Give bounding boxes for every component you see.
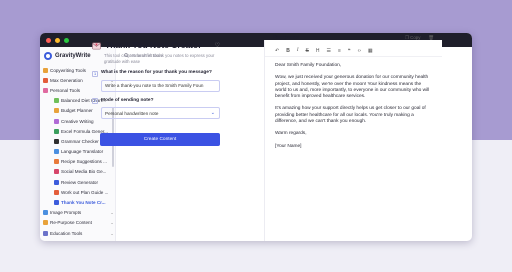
sidebar-item[interactable]: Review Generator xyxy=(40,177,114,187)
excel-icon xyxy=(54,128,59,134)
budget-icon xyxy=(54,108,59,114)
undo-icon[interactable]: ↶ xyxy=(275,48,279,54)
repurpose-icon xyxy=(43,220,48,226)
copy-icon xyxy=(43,67,48,73)
sidebar-item-label: Social Media Bio Ge... xyxy=(61,169,107,175)
grammar-icon xyxy=(54,138,59,144)
bolt-icon xyxy=(43,77,48,83)
workout-icon xyxy=(54,189,59,195)
social-icon xyxy=(54,169,59,175)
mode-select-value: Personal handwritten note xyxy=(105,110,159,116)
logo-icon xyxy=(44,52,52,60)
sidebar-item-label: Language Translator xyxy=(61,149,104,155)
sidebar-item-label: Image Prompts xyxy=(50,210,82,216)
chevron-down-icon: ⌄ xyxy=(210,110,215,116)
sidebar-item[interactable]: Thank You Note Cr... xyxy=(40,197,114,207)
question-label: Mode of sending note? xyxy=(101,97,154,103)
editor-toolbar: ↶ B I S H ☰ ≡ ❝ ‹› ▦ xyxy=(265,45,442,57)
chevron-down-icon[interactable]: ⌄ xyxy=(110,231,114,236)
playground-panel: Playground ❐ Copy 🗑 ↶ B I S H ☰ ≡ ❝ ‹› ▦… xyxy=(264,35,442,241)
sidebar-item-label: Recipe Suggestions ... xyxy=(61,159,107,165)
translate-icon xyxy=(54,149,59,155)
sidebar-item[interactable]: Re-Purpose Content ⌄ xyxy=(40,218,114,228)
playground-title: Playground xyxy=(273,34,300,41)
playground-paragraph: Wow, we just received your generous dona… xyxy=(275,75,430,100)
sidebar-item[interactable]: Work out Plan Guide ... xyxy=(40,187,114,197)
question-1: 1 What is the reason for your thank you … xyxy=(92,70,220,77)
tool-description: This tool creates heartfelt thank you no… xyxy=(104,53,215,64)
copy-label: Copy xyxy=(410,34,421,40)
heading-icon[interactable]: H xyxy=(316,48,320,54)
envelope-heart-icon xyxy=(92,42,101,49)
mode-select[interactable]: Personal handwritten note ⌄ xyxy=(101,107,220,119)
question-number: 2 xyxy=(92,98,98,104)
question-2: 2 Mode of sending note? xyxy=(92,97,220,104)
favorite-heart-icon[interactable]: ♡ xyxy=(215,42,220,49)
minimize-dot-icon[interactable] xyxy=(55,37,60,43)
delete-icon[interactable]: 🗑 xyxy=(428,35,434,41)
review-icon xyxy=(54,179,59,185)
sidebar-item[interactable]: Language Translator xyxy=(40,147,114,157)
pen-icon xyxy=(54,118,59,124)
sidebar-item-label: Review Generator xyxy=(61,179,99,185)
playground-paragraph: Dear Smith Family Foundation, xyxy=(275,63,342,68)
sidebar-item[interactable]: Social Media Bio Ge... xyxy=(40,167,114,177)
bulleted-list-icon[interactable]: ☰ xyxy=(326,48,330,54)
create-content-button[interactable]: Create Content xyxy=(100,133,220,146)
numbered-list-icon[interactable]: ≡ xyxy=(338,48,341,54)
sidebar-item-label: Re-Purpose Content xyxy=(50,220,92,226)
playground-paragraph: It's amazing how your support directly h… xyxy=(275,106,426,125)
strikethrough-icon[interactable]: S xyxy=(306,48,309,54)
chevron-down-icon[interactable]: ⌄ xyxy=(110,220,114,225)
education-icon xyxy=(43,230,48,236)
playground-paragraph: Warm regards, xyxy=(275,131,307,137)
sidebar-item[interactable]: Education Tools ⌄ xyxy=(40,228,114,238)
question-number: 1 xyxy=(92,70,98,77)
sidebar-item[interactable]: Recipe Suggestions ... xyxy=(40,157,114,167)
reason-input[interactable]: Write a thank-you note to the Smith Fami… xyxy=(101,79,220,92)
close-dot-icon[interactable] xyxy=(46,37,51,43)
italic-icon[interactable]: I xyxy=(297,48,299,53)
tool-panel: Thank You Note Creator ♡ This tool creat… xyxy=(92,40,220,146)
diet-icon xyxy=(54,98,59,104)
thankyou-icon xyxy=(54,200,59,206)
sidebar-item[interactable]: HR Tools⌄ xyxy=(40,238,114,241)
recipe-icon xyxy=(54,159,59,165)
table-icon[interactable]: ▦ xyxy=(368,48,373,54)
code-icon[interactable]: ‹› xyxy=(358,48,361,54)
user-icon xyxy=(43,87,48,93)
quote-icon[interactable]: ❝ xyxy=(348,48,351,54)
copy-button[interactable]: ❐ Copy xyxy=(405,35,420,41)
sidebar-item-label: Education Tools xyxy=(50,230,83,236)
chevron-down-icon[interactable]: ⌄ xyxy=(110,210,114,215)
bold-icon[interactable]: B xyxy=(286,48,290,54)
image-icon xyxy=(43,210,48,216)
tool-title: Thank You Note Creator xyxy=(105,40,202,50)
maximize-dot-icon[interactable] xyxy=(64,37,69,43)
editor-content[interactable]: Dear Smith Family Foundation, Wow, we jus… xyxy=(265,57,442,150)
logo-text: GravityWrite xyxy=(55,53,91,59)
sidebar-item-label: Thank You Note Cr... xyxy=(61,200,106,206)
sidebar-item[interactable]: Image Prompts ⌄ xyxy=(40,208,114,218)
sidebar-item-label: Work out Plan Guide ... xyxy=(61,189,109,195)
playground-paragraph: [Your Name] xyxy=(275,143,302,149)
question-label: What is the reason for your thank you me… xyxy=(101,70,212,75)
